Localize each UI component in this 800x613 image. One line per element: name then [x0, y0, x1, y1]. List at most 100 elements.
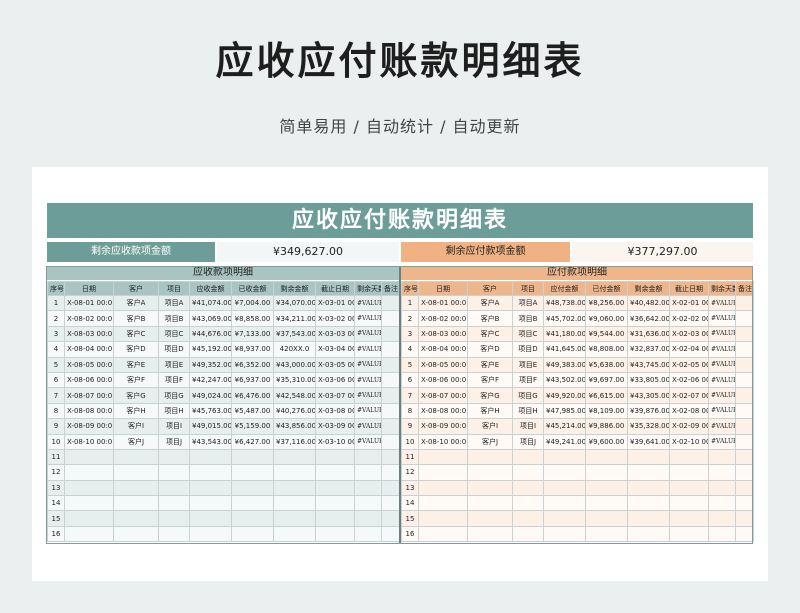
table-cell[interactable]: 项目E — [512, 356, 544, 373]
table-cell[interactable]: 客户B — [467, 310, 513, 327]
table-cell[interactable]: #VALUE! — [354, 402, 382, 420]
table-cell[interactable] — [113, 448, 159, 466]
table-cell[interactable] — [467, 510, 513, 527]
table-cell[interactable]: 16 — [47, 525, 65, 543]
table-cell[interactable]: X-03-06 00:0 — [315, 371, 355, 389]
table-cell[interactable]: X-02-09 00:0 — [669, 418, 709, 435]
table-cell[interactable]: 项目A — [512, 294, 544, 312]
table-cell[interactable] — [315, 464, 355, 481]
table-cell[interactable]: 4 — [401, 341, 419, 358]
table-cell[interactable]: X-08-06 00:0 — [418, 371, 468, 389]
table-cell[interactable] — [585, 448, 628, 466]
table-cell[interactable]: ¥37,543.00 — [273, 325, 316, 343]
table-cell[interactable] — [158, 448, 190, 466]
table-cell[interactable]: 12 — [47, 464, 65, 481]
table-cell[interactable] — [735, 371, 754, 389]
table-cell[interactable] — [585, 464, 628, 481]
table-cell[interactable]: ¥35,328.00 — [627, 418, 670, 435]
table-cell[interactable]: X-02-01 00:0 — [669, 294, 709, 312]
table-cell[interactable]: #VALUE! — [708, 418, 736, 435]
table-cell[interactable]: #VALUE! — [708, 371, 736, 389]
table-cell[interactable]: 2 — [401, 310, 419, 327]
table-cell[interactable] — [354, 525, 382, 543]
table-cell[interactable] — [189, 448, 232, 466]
table-cell[interactable] — [543, 448, 586, 466]
table-cell[interactable]: 9 — [401, 418, 419, 435]
table-cell[interactable] — [381, 448, 400, 466]
table-cell[interactable]: ¥49,352.00 — [189, 356, 232, 373]
table-cell[interactable]: ¥34,070.00 — [273, 294, 316, 312]
table-cell[interactable] — [735, 402, 754, 420]
table-cell[interactable]: X-08-01 00:0 — [418, 294, 468, 312]
table-cell[interactable]: ¥5,487.00 — [231, 402, 274, 420]
table-cell[interactable]: ¥39,641.00 — [627, 433, 670, 450]
table-cell[interactable]: X-08-09 00:0 — [418, 418, 468, 435]
table-cell[interactable]: ¥49,383.00 — [543, 356, 586, 373]
table-cell[interactable]: #VALUE! — [354, 418, 382, 435]
table-cell[interactable]: X-03-02 00:0 — [315, 310, 355, 327]
table-cell[interactable] — [64, 495, 114, 512]
table-cell[interactable]: ¥41,645.00 — [543, 341, 586, 358]
table-cell[interactable]: 项目G — [512, 387, 544, 404]
table-cell[interactable] — [669, 464, 709, 481]
table-cell[interactable]: 7 — [401, 387, 419, 404]
table-cell[interactable]: 客户I — [113, 418, 159, 435]
table-cell[interactable] — [381, 387, 400, 404]
table-cell[interactable]: 客户J — [113, 433, 159, 450]
table-cell[interactable] — [735, 310, 754, 327]
table-cell[interactable]: X-02-05 00:0 — [669, 356, 709, 373]
table-cell[interactable]: 项目J — [512, 433, 544, 450]
table-cell[interactable]: ¥9,600.00 — [585, 433, 628, 450]
table-cell[interactable]: X-02-06 00:0 — [669, 371, 709, 389]
table-cell[interactable]: #VALUE! — [354, 294, 382, 312]
table-cell[interactable]: 11 — [47, 448, 65, 466]
table-cell[interactable]: 客户E — [113, 356, 159, 373]
table-cell[interactable]: X-08-08 00:0 — [64, 402, 114, 420]
table-cell[interactable]: 3 — [401, 325, 419, 343]
table-cell[interactable]: 13 — [401, 479, 419, 497]
table-cell[interactable] — [627, 464, 670, 481]
table-cell[interactable] — [585, 479, 628, 497]
table-cell[interactable] — [381, 479, 400, 497]
table-cell[interactable]: ¥41,180.00 — [543, 325, 586, 343]
table-cell[interactable] — [354, 495, 382, 512]
table-cell[interactable]: 客户H — [467, 402, 513, 420]
table-cell[interactable] — [273, 448, 316, 466]
table-cell[interactable] — [231, 479, 274, 497]
table-cell[interactable] — [381, 495, 400, 512]
table-cell[interactable]: #VALUE! — [354, 356, 382, 373]
table-cell[interactable] — [231, 464, 274, 481]
table-cell[interactable] — [735, 341, 754, 358]
table-cell[interactable]: 客户A — [113, 294, 159, 312]
table-cell[interactable]: X-08-05 00:0 — [418, 356, 468, 373]
table-cell[interactable]: X-02-10 00:0 — [669, 433, 709, 450]
table-cell[interactable]: X-02-04 00:0 — [669, 341, 709, 358]
table-cell[interactable]: ¥34,211.00 — [273, 310, 316, 327]
table-cell[interactable]: 客户I — [467, 418, 513, 435]
table-cell[interactable] — [315, 495, 355, 512]
table-cell[interactable]: ¥43,305.00 — [627, 387, 670, 404]
table-cell[interactable] — [669, 479, 709, 497]
table-cell[interactable]: 客户A — [467, 294, 513, 312]
table-cell[interactable]: ¥49,241.00 — [543, 433, 586, 450]
table-cell[interactable]: 2 — [47, 310, 65, 327]
table-cell[interactable]: 客户F — [113, 371, 159, 389]
table-cell[interactable]: ¥6,476.00 — [231, 387, 274, 404]
table-cell[interactable]: 项目J — [158, 433, 190, 450]
table-cell[interactable]: 项目B — [512, 310, 544, 327]
table-cell[interactable]: ¥45,763.00 — [189, 402, 232, 420]
table-cell[interactable] — [64, 464, 114, 481]
table-cell[interactable] — [543, 510, 586, 527]
table-cell[interactable]: #VALUE! — [708, 402, 736, 420]
table-cell[interactable]: #VALUE! — [708, 387, 736, 404]
table-cell[interactable] — [381, 402, 400, 420]
table-cell[interactable] — [708, 495, 736, 512]
table-cell[interactable] — [158, 510, 190, 527]
table-cell[interactable] — [512, 479, 544, 497]
table-cell[interactable] — [273, 495, 316, 512]
table-cell[interactable]: ¥32,837.00 — [627, 341, 670, 358]
table-cell[interactable]: 12 — [401, 464, 419, 481]
table-cell[interactable] — [418, 464, 468, 481]
table-cell[interactable]: ¥41,074.00 — [189, 294, 232, 312]
table-cell[interactable] — [158, 479, 190, 497]
